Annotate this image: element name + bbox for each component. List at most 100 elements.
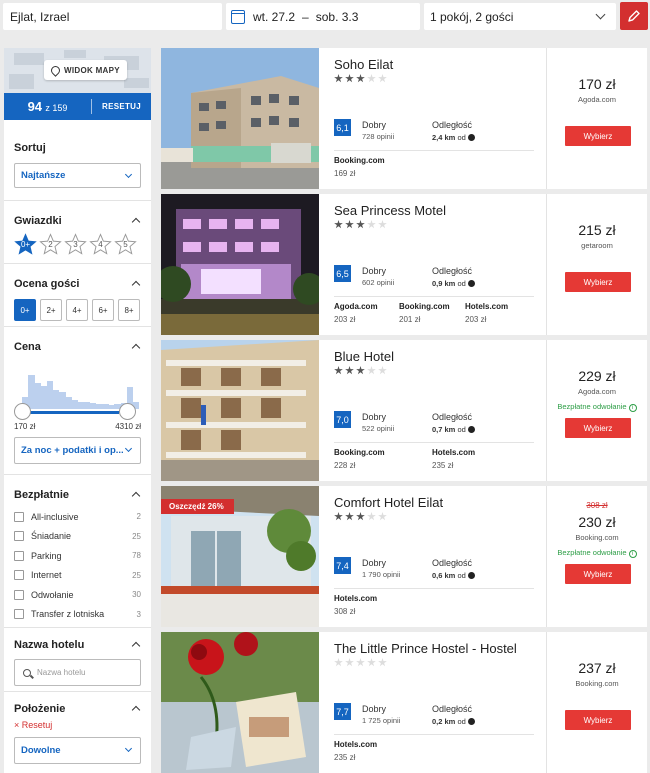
checkbox[interactable] [14, 531, 24, 542]
star-filter-4[interactable]: 4 [89, 233, 112, 256]
hotel-name-section: Nazwa hotelu Nazwa hotelu [4, 628, 151, 692]
price-max-handle[interactable] [119, 403, 136, 420]
hotel-photo[interactable] [161, 194, 319, 335]
hotel-photo[interactable] [161, 48, 319, 189]
price-box: 308 zł 230 zł Booking.com Bezpłatne odwo… [546, 486, 647, 627]
info-icon[interactable]: i [628, 550, 637, 558]
review-count: 728 opinii [362, 132, 395, 141]
hotel-name[interactable]: The Little Prince Hostel - Hostel [334, 641, 517, 656]
hotel-photo[interactable] [161, 632, 319, 773]
select-button[interactable]: Wybierz [565, 564, 631, 584]
price-min-label: 170 zł [14, 422, 36, 431]
offer-price: 169 zł [334, 169, 356, 178]
sort-select[interactable]: Najtańsze [14, 163, 141, 188]
price-max-label: 4310 zł [115, 422, 141, 431]
partner-offer[interactable]: Hotels.com 308 zł [334, 594, 377, 616]
amenity-label: Internet [31, 570, 62, 581]
distance-value: 0,2 km od [432, 717, 475, 726]
checkbox[interactable] [14, 609, 24, 620]
hotel-card[interactable]: Blue Hotel 7,0 Dobry 522 opinii Odległoś… [161, 340, 647, 481]
offer-provider: Hotels.com [432, 448, 476, 457]
partner-offer[interactable]: Booking.com 169 zł [334, 156, 385, 178]
guests-field[interactable]: 1 pokój, 2 gości [424, 3, 616, 30]
chevron-down-icon [595, 9, 606, 20]
price-min-handle[interactable] [14, 403, 31, 420]
partner-offer[interactable]: Hotels.com 203 zł [465, 302, 508, 324]
rating-filter-4[interactable]: 4+ [66, 299, 88, 321]
partner-offer[interactable]: Hotels.com 235 zł [432, 448, 475, 470]
hotel-photo[interactable]: Oszczędź 26% [161, 486, 319, 627]
amenity-cancellation[interactable]: Odwołanie 30 [14, 585, 141, 605]
star-filter-3[interactable]: 3 [64, 233, 87, 256]
stars-title: Gwiazdki [14, 215, 62, 227]
hotel-info: The Little Prince Hostel - Hostel 7,7 Do… [334, 632, 534, 773]
amenity-airport-transfer[interactable]: Transfer z lotniska 3 [14, 605, 141, 625]
destination-field[interactable]: Ejlat, Izrael [3, 3, 222, 30]
distance-suffix: od [457, 279, 466, 288]
date-range-field[interactable]: wt. 27.2 – sob. 3.3 [226, 3, 420, 30]
select-button[interactable]: Wybierz [565, 272, 631, 292]
amenity-breakfast[interactable]: Śniadanie 25 [14, 527, 141, 547]
checkbox[interactable] [14, 550, 24, 561]
rating-filter-6[interactable]: 6+ [92, 299, 114, 321]
reset-filters-button[interactable]: RESETUJ [92, 102, 151, 111]
price-box: 237 zł Booking.com Wybierz [546, 632, 647, 773]
price-mode-select[interactable]: Za noc + podatki i op... [14, 437, 141, 464]
rating-filter-2[interactable]: 2+ [40, 299, 62, 321]
select-button[interactable]: Wybierz [565, 126, 631, 146]
hotel-name-input[interactable]: Nazwa hotelu [14, 659, 141, 686]
hotel-stars [334, 74, 387, 83]
select-button[interactable]: Wybierz [565, 710, 631, 730]
best-price: 170 zł [578, 76, 616, 92]
price-section: Cena 170 zł 4310 zł Za noc + podatki i o… [4, 327, 151, 475]
landmark-icon [467, 280, 475, 287]
sort-section: Sortuj Najtańsze [4, 120, 151, 201]
distance-km: 2,4 km [432, 133, 456, 142]
map-preview[interactable]: WIDOK MAPY [4, 48, 151, 93]
hotel-name[interactable]: Blue Hotel [334, 349, 394, 364]
rating-filter-8[interactable]: 8+ [118, 299, 140, 321]
hotel-name[interactable]: Soho Eilat [334, 57, 393, 72]
hotel-name[interactable]: Comfort Hotel Eilat [334, 495, 443, 510]
star-filter-2[interactable]: 2 [39, 233, 62, 256]
date-to: sob. 3.3 [315, 9, 359, 24]
hotel-card[interactable]: The Little Prince Hostel - Hostel 7,7 Do… [161, 632, 647, 773]
hotel-card[interactable]: Sea Princess Motel 6,5 Dobry 602 opinii … [161, 194, 647, 335]
hotel-card[interactable]: Soho Eilat 6,1 Dobry 728 opinii Odległoś… [161, 48, 647, 189]
hotel-photo-image [161, 340, 319, 481]
star-filter-label: 2 [48, 240, 53, 249]
checkbox[interactable] [14, 511, 24, 522]
amenity-parking[interactable]: Parking 78 [14, 546, 141, 566]
hotel-card[interactable]: Oszczędź 26% Comfort Hotel Eilat 7,4 Dob… [161, 486, 647, 627]
rating-filter-0[interactable]: 0+ [14, 299, 36, 321]
star-filter-5[interactable]: 5 [114, 233, 137, 256]
partner-offer[interactable]: Agoda.com 203 zł [334, 302, 378, 324]
rating-label: Dobry [362, 120, 387, 130]
star-filter-label: 3 [73, 240, 78, 249]
best-price: 237 zł [578, 660, 616, 676]
distance-label: Odległość [432, 412, 473, 422]
free-amenities-title: Bezpłatnie [14, 489, 70, 501]
amenity-internet[interactable]: Internet 25 [14, 566, 141, 586]
hotel-photo[interactable] [161, 340, 319, 481]
info-icon[interactable]: i [628, 404, 637, 412]
star-filter-0[interactable]: 0+ [14, 233, 37, 256]
checkbox[interactable] [14, 589, 24, 600]
select-button[interactable]: Wybierz [565, 418, 631, 438]
partner-offer[interactable]: Booking.com 228 zł [334, 448, 385, 470]
edit-search-button[interactable] [620, 2, 648, 30]
rating-score: 6,5 [334, 265, 351, 282]
map-view-button[interactable]: WIDOK MAPY [44, 60, 127, 80]
partner-offer[interactable]: Hotels.com 235 zł [334, 740, 377, 762]
star-filter-label: 5 [123, 240, 128, 249]
partner-offer[interactable]: Booking.com 201 zł [399, 302, 450, 324]
free-cancellation: Bezpłatne odwołanie i [547, 548, 647, 558]
hotel-info: Comfort Hotel Eilat 7,4 Dobry 1 790 opin… [334, 486, 534, 627]
hotel-name[interactable]: Sea Princess Motel [334, 203, 446, 218]
location-reset-link[interactable]: × Resetuj [14, 720, 141, 730]
amenity-all-inclusive[interactable]: All-inclusive 2 [14, 507, 141, 527]
location-select[interactable]: Dowolne [14, 737, 141, 764]
search-icon [23, 668, 31, 677]
guest-rating-section: Ocena gości 0+ 2+ 4+ 6+ 8+ [4, 264, 151, 327]
checkbox[interactable] [14, 570, 24, 581]
